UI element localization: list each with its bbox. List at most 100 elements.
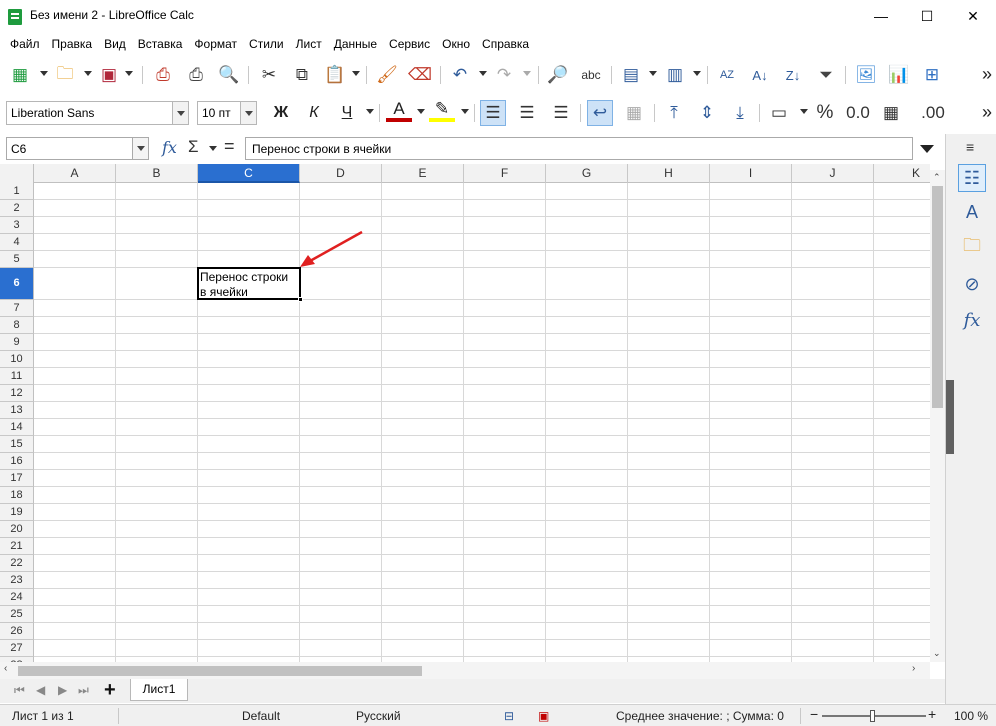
- italic-button[interactable]: К: [301, 100, 327, 126]
- copy-icon[interactable]: ⧉: [289, 62, 315, 88]
- paste-dropdown-arrow[interactable]: [352, 71, 360, 76]
- maximize-button[interactable]: ☐: [904, 0, 950, 32]
- align-right-icon[interactable]: ☰: [548, 100, 574, 126]
- scroll-right-arrow[interactable]: ›: [912, 663, 915, 674]
- new-document-icon[interactable]: ▦: [7, 62, 33, 88]
- font-name-box[interactable]: Liberation Sans: [6, 101, 189, 125]
- redo-dropdown-arrow[interactable]: [523, 71, 531, 76]
- expand-formula-bar-arrow[interactable]: [920, 145, 934, 153]
- currency-format-icon[interactable]: ▭: [766, 100, 792, 126]
- menu-insert[interactable]: Вставка: [132, 37, 189, 51]
- language[interactable]: Русский: [356, 709, 401, 723]
- styles-icon[interactable]: A: [958, 198, 986, 226]
- merge-cells-icon[interactable]: ▦: [621, 100, 647, 126]
- wrap-text-icon[interactable]: ↩: [587, 100, 613, 126]
- properties-icon[interactable]: ☷: [958, 164, 986, 192]
- font-color-dropdown-arrow[interactable]: [417, 109, 425, 114]
- save-icon[interactable]: ▣: [96, 62, 122, 88]
- menu-data[interactable]: Данные: [328, 37, 383, 51]
- print-icon[interactable]: ⎙: [183, 62, 209, 88]
- sheet-tab-active[interactable]: Лист1: [130, 679, 188, 701]
- sidebar-collapse-handle[interactable]: [946, 380, 954, 454]
- formula-input[interactable]: Перенос строки в ячейки: [245, 137, 913, 160]
- highlight-color-icon[interactable]: ✎: [429, 99, 455, 122]
- sidebar-menu-icon[interactable]: ≡: [966, 139, 974, 155]
- selection-mode-icon[interactable]: ⊟: [504, 709, 514, 723]
- font-name-dropdown-arrow[interactable]: [172, 102, 188, 124]
- font-size-box[interactable]: 10 пт: [197, 101, 257, 125]
- toolbar-overflow-icon[interactable]: »: [982, 102, 992, 123]
- sum-icon[interactable]: Σ: [188, 137, 199, 157]
- page-style[interactable]: Default: [242, 709, 280, 723]
- save-dropdown-arrow[interactable]: [125, 71, 133, 76]
- font-size-dropdown-arrow[interactable]: [240, 102, 256, 124]
- date-format-icon[interactable]: ▦: [878, 100, 904, 126]
- menu-sheet[interactable]: Лист: [290, 37, 328, 51]
- name-box[interactable]: C6: [6, 137, 149, 160]
- align-left-icon[interactable]: ☰: [480, 100, 506, 126]
- horizontal-scrollbar[interactable]: ‹ ›: [0, 662, 930, 679]
- paste-icon[interactable]: 📋: [322, 62, 348, 88]
- export-pdf-icon[interactable]: ⎙: [150, 62, 176, 88]
- menu-view[interactable]: Вид: [98, 37, 132, 51]
- navigator-icon[interactable]: ⊘: [958, 270, 986, 298]
- scroll-left-arrow[interactable]: ‹: [4, 663, 7, 674]
- menu-edit[interactable]: Правка: [46, 37, 99, 51]
- align-top-icon[interactable]: ⤒: [661, 100, 687, 126]
- font-color-icon[interactable]: A: [386, 99, 412, 122]
- menu-format[interactable]: Формат: [188, 37, 243, 51]
- underline-dropdown-arrow[interactable]: [366, 109, 374, 114]
- menu-help[interactable]: Справка: [476, 37, 535, 51]
- sort-ascending-icon[interactable]: A↓: [747, 62, 773, 88]
- column-icon[interactable]: ▥: [662, 62, 688, 88]
- cut-icon[interactable]: ✂: [256, 62, 282, 88]
- percent-format-button[interactable]: %: [812, 100, 838, 126]
- new-dropdown-arrow[interactable]: [40, 71, 48, 76]
- currency-dropdown-arrow[interactable]: [800, 109, 808, 114]
- align-bottom-icon[interactable]: ⤓: [727, 100, 753, 126]
- menu-window[interactable]: Окно: [436, 37, 476, 51]
- row-icon[interactable]: ▤: [618, 62, 644, 88]
- add-sheet-button[interactable]: +: [104, 679, 116, 702]
- menu-file[interactable]: Файл: [4, 37, 46, 51]
- sort-icon[interactable]: AZ: [714, 62, 740, 88]
- menu-tools[interactable]: Сервис: [383, 37, 436, 51]
- sum-dropdown-arrow[interactable]: [209, 146, 217, 151]
- align-center-icon[interactable]: ☰: [514, 100, 540, 126]
- insert-image-icon[interactable]: 🖼: [853, 62, 879, 88]
- spelling-icon[interactable]: abc: [578, 62, 604, 88]
- clear-formatting-icon[interactable]: ⌫: [407, 62, 433, 88]
- autofilter-icon[interactable]: ⏷: [813, 62, 839, 88]
- column-dropdown-arrow[interactable]: [693, 71, 701, 76]
- open-folder-icon[interactable]: 🗀: [52, 62, 78, 88]
- find-replace-icon[interactable]: 🔎: [545, 62, 571, 88]
- previous-sheet-icon[interactable]: ◀: [36, 683, 45, 697]
- zoom-out-button[interactable]: −: [810, 706, 818, 722]
- add-decimal-button[interactable]: .00: [920, 100, 946, 126]
- align-middle-icon[interactable]: ⇕: [694, 100, 720, 126]
- horizontal-scroll-thumb[interactable]: [18, 666, 422, 676]
- bold-button[interactable]: Ж: [268, 100, 294, 126]
- number-format-button[interactable]: 0.0: [845, 100, 871, 126]
- print-preview-icon[interactable]: 🔍: [216, 62, 242, 88]
- highlight-dropdown-arrow[interactable]: [461, 109, 469, 114]
- formula-icon[interactable]: =: [224, 136, 235, 157]
- sort-descending-icon[interactable]: Z↓: [780, 62, 806, 88]
- open-dropdown-arrow[interactable]: [84, 71, 92, 76]
- clone-formatting-icon[interactable]: 🖌: [374, 62, 400, 88]
- underline-button[interactable]: Ч: [334, 100, 360, 126]
- next-sheet-icon[interactable]: ▶: [58, 683, 67, 697]
- close-button[interactable]: ✕: [950, 0, 996, 32]
- zoom-slider-thumb[interactable]: [870, 710, 875, 722]
- undo-icon[interactable]: ↶: [447, 62, 473, 88]
- vertical-scroll-thumb[interactable]: [932, 186, 943, 408]
- undo-dropdown-arrow[interactable]: [479, 71, 487, 76]
- redo-icon[interactable]: ↷: [491, 62, 517, 88]
- gallery-icon[interactable]: 🗀: [958, 234, 986, 262]
- toolbar-overflow-icon[interactable]: »: [982, 64, 992, 85]
- last-sheet-icon[interactable]: ⏭: [78, 683, 89, 698]
- functions-icon[interactable]: fx: [958, 306, 986, 334]
- menu-styles[interactable]: Стили: [243, 37, 290, 51]
- name-box-dropdown-arrow[interactable]: [132, 138, 148, 159]
- insert-chart-icon[interactable]: 📊: [886, 62, 912, 88]
